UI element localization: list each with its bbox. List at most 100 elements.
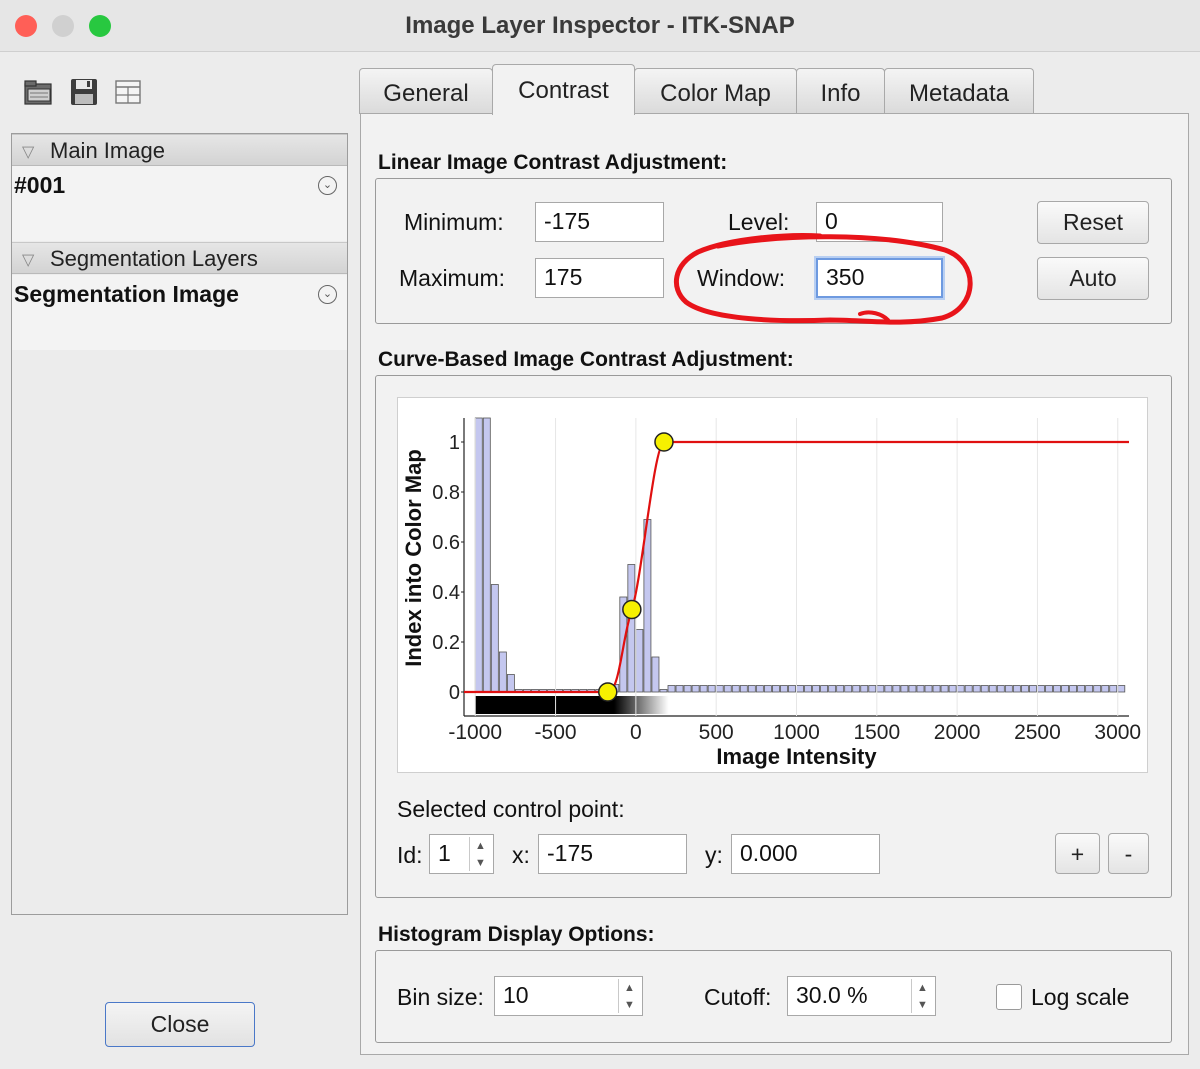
auto-button[interactable]: Auto [1037, 257, 1149, 300]
control-point[interactable] [622, 599, 642, 620]
y-tick-label: 0.8 [432, 482, 460, 504]
y-tick-label: 1 [449, 432, 460, 454]
tab-color-map[interactable]: Color Map [634, 68, 797, 114]
minimum-field[interactable]: -175 [535, 202, 664, 242]
y-tick-label: 0.2 [432, 632, 460, 654]
main-image-group-header[interactable]: ▽ Main Image [12, 134, 347, 166]
histogram-bar [739, 685, 748, 693]
histogram-bar [1004, 685, 1013, 693]
histogram-bar [876, 685, 885, 693]
layer-name: Segmentation Image [14, 281, 239, 307]
add-control-point-button[interactable]: + [1055, 833, 1100, 874]
histogram-bar [788, 685, 796, 693]
histogram-bar [635, 629, 644, 693]
histogram-bar [1085, 685, 1094, 693]
histogram-bar [699, 685, 708, 693]
layer-row-segmentation[interactable]: Segmentation Image ⌄ [12, 275, 347, 350]
remove-control-point-button[interactable]: - [1108, 833, 1149, 874]
save-disk-icon[interactable] [68, 76, 100, 108]
y-label: y: [705, 842, 723, 868]
log-scale-checkbox[interactable] [996, 984, 1022, 1010]
histogram-options-title: Histogram Display Options: [378, 923, 655, 946]
bin-size-spinbox[interactable]: 10 ▲ ▼ [494, 976, 643, 1016]
x-tick-label: -1000 [448, 721, 502, 744]
segmentation-group-header[interactable]: ▽ Segmentation Layers [12, 242, 347, 274]
histogram-bar [932, 685, 941, 693]
y-tick-label: 0 [449, 682, 460, 704]
histogram-bar [996, 685, 1005, 693]
y-tick-label: 0.6 [432, 532, 460, 554]
histogram-bar [900, 685, 909, 693]
main-image-group-label: Main Image [50, 138, 165, 163]
histogram-bar [1053, 685, 1061, 693]
x-tick-label: 500 [699, 721, 734, 744]
open-folder-icon[interactable] [22, 76, 54, 108]
histogram-bar [731, 685, 740, 693]
histogram-bar [940, 685, 949, 693]
control-point-id-spinbox[interactable]: 1 ▲ ▼ [429, 834, 494, 874]
histogram-bar [892, 685, 901, 693]
control-point[interactable] [598, 682, 618, 702]
control-point-x-field[interactable]: -175 [538, 834, 687, 874]
spin-arrows-icon[interactable]: ▲ ▼ [618, 979, 640, 1013]
tab-info[interactable]: Info [796, 68, 885, 114]
histogram-bar [707, 685, 716, 693]
histogram-bar [1093, 685, 1102, 693]
tab-metadata[interactable]: Metadata [884, 68, 1034, 114]
histogram-bar [796, 685, 804, 693]
histogram-bar [675, 685, 684, 693]
cutoff-label: Cutoff: [704, 984, 772, 1010]
histogram-bar [948, 685, 957, 693]
histogram-bar [1045, 685, 1053, 693]
histogram-bar [812, 685, 820, 693]
histogram-bar [1037, 685, 1045, 693]
control-point-y-field[interactable]: 0.000 [731, 834, 880, 874]
collapse-triangle-icon: ▽ [22, 144, 35, 161]
x-tick-label: 1000 [773, 721, 820, 744]
histogram-bar [691, 685, 700, 693]
histogram-bar [1077, 685, 1086, 693]
histogram-bar [1117, 685, 1126, 693]
maximum-field[interactable]: 175 [535, 258, 664, 298]
histogram-bar [490, 584, 499, 693]
x-tick-label: 3000 [1094, 721, 1141, 744]
cutoff-value: 30.0 % [796, 982, 868, 1008]
chevron-down-icon[interactable]: ⌄ [318, 285, 337, 304]
cutoff-spinbox[interactable]: 30.0 % ▲ ▼ [787, 976, 936, 1016]
histogram-bar [828, 685, 837, 693]
histogram-bar [627, 564, 636, 693]
layer-row-main-image[interactable]: #001 ⌄ [12, 166, 347, 241]
histogram-bar [868, 685, 877, 693]
segmentation-group-label: Segmentation Layers [50, 246, 258, 271]
spin-arrows-icon[interactable]: ▲ ▼ [469, 837, 491, 871]
x-tick-label: 1500 [853, 721, 900, 744]
close-button[interactable]: Close [105, 1002, 255, 1047]
maximum-label: Maximum: [399, 265, 506, 291]
control-point[interactable] [654, 432, 674, 452]
histogram-bar [747, 685, 756, 693]
collapse-triangle-icon: ▽ [22, 252, 35, 269]
selected-control-point-label: Selected control point: [397, 796, 625, 822]
histogram-bar [474, 417, 483, 693]
histogram-bar [780, 685, 788, 693]
linear-contrast-title: Linear Image Contrast Adjustment: [378, 151, 728, 174]
spin-arrows-icon[interactable]: ▲ ▼ [911, 979, 933, 1013]
histogram-bar [884, 685, 893, 693]
tab-general[interactable]: General [359, 68, 493, 114]
histogram-bar [763, 685, 772, 693]
contrast-curve-svg[interactable]: -1000 -500 0 500 1000 1500 2000 2500 3000 0 0.2 0.4… [398, 398, 1147, 772]
histogram-bar [836, 685, 845, 693]
reset-button[interactable]: Reset [1037, 201, 1149, 244]
histogram-bar [659, 689, 668, 693]
histogram-bar [852, 685, 861, 693]
layout-grid-icon[interactable] [112, 76, 144, 108]
histogram-bar [1069, 685, 1077, 693]
chevron-down-icon[interactable]: ⌄ [318, 176, 337, 195]
histogram-bar [860, 685, 869, 693]
contrast-curve-chart[interactable]: -1000 -500 0 500 1000 1500 2000 2500 3000 0 0.2 0.4… [397, 397, 1148, 773]
histogram-bar [723, 685, 732, 693]
histogram-bar [498, 651, 507, 693]
histogram-bar [1061, 685, 1069, 693]
tab-contrast[interactable]: Contrast [492, 64, 635, 115]
histogram-bar [956, 685, 965, 693]
